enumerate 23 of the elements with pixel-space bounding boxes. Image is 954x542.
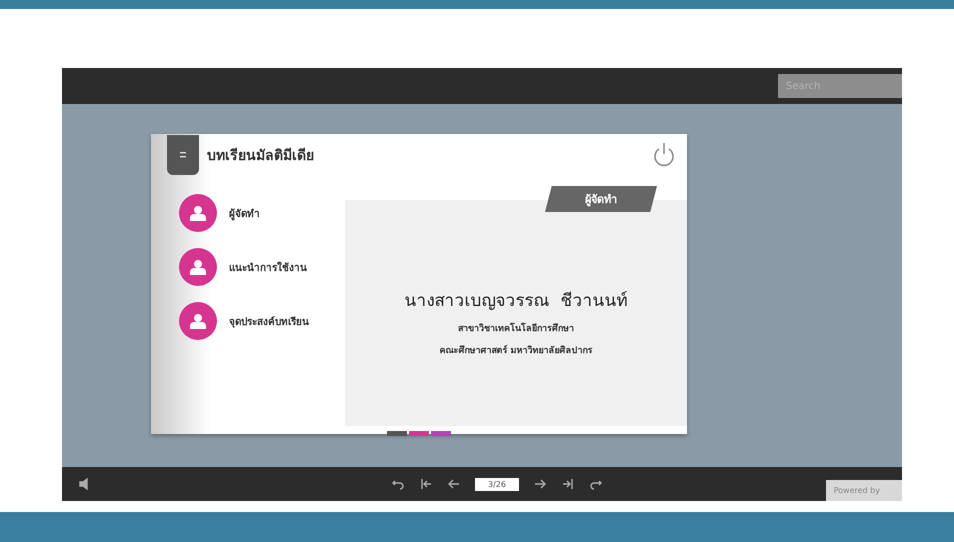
menu-item[interactable]: ผู้จัดทำ: [179, 194, 345, 232]
nav-button[interactable]: [419, 477, 433, 491]
menu-item-label: ผู้จัดทำ: [229, 207, 260, 220]
lesson-title: บทเรียนมัลติมีเดีย: [207, 146, 315, 166]
page-counter[interactable]: 3/26: [475, 478, 519, 490]
nav-button[interactable]: [447, 477, 461, 491]
section-tag: ผู้จัดทำ: [545, 186, 657, 212]
menu-item[interactable]: แนะนำการใช้งาน: [179, 248, 345, 286]
first-page-icon: [419, 477, 433, 491]
nav-button[interactable]: [561, 477, 575, 491]
author-name: นางสาวเบญจวรรณ ชีวานนท์: [404, 290, 628, 313]
last-page-icon: [561, 477, 575, 491]
menu-item[interactable]: จุดประสงค์บทเรียน: [179, 302, 345, 340]
menu-item-label: จุดประสงค์บทเรียน: [229, 315, 309, 328]
next-page-icon: [533, 477, 547, 491]
menu-button[interactable]: [167, 135, 199, 175]
affiliation-text: คณะศึกษาศาสตร์ มหาวิทยาลัยศิลปากร: [439, 344, 593, 357]
menu-icon: [179, 151, 187, 159]
powered-by-badge: Powered by: [826, 480, 902, 501]
previous-page-icon: [447, 477, 461, 491]
affiliation-text: สาขาวิชาเทคโนโลยีการศึกษา: [458, 322, 574, 335]
nav-button[interactable]: [533, 477, 547, 491]
menu-item-label: แนะนำการใช้งาน: [229, 260, 307, 274]
